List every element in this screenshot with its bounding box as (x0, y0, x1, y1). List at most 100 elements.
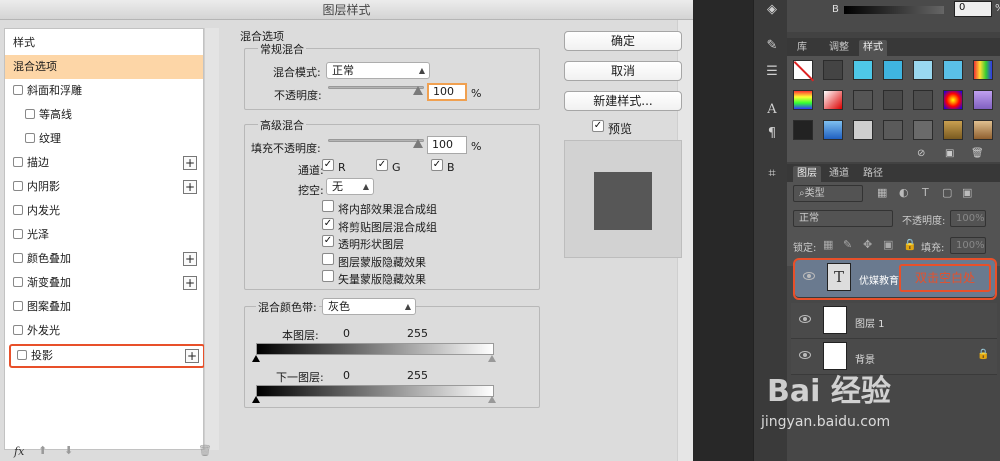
style-swatch[interactable] (913, 120, 933, 140)
texture-checkbox[interactable] (25, 133, 35, 143)
style-swatch[interactable] (913, 60, 933, 80)
ok-button[interactable]: 确定 (564, 31, 682, 51)
style-swatch[interactable] (823, 120, 843, 140)
style-swatch[interactable] (823, 60, 843, 80)
layer-opacity-input[interactable]: 100% (950, 210, 986, 227)
layer-name[interactable]: 优媒教育 (859, 272, 899, 287)
style-item-texture[interactable]: 纹理 (5, 127, 203, 151)
style-swatch[interactable] (883, 120, 903, 140)
tab-styles[interactable]: 样式 (859, 40, 887, 56)
style-swatch[interactable] (883, 90, 903, 110)
channel-b-checkbox[interactable]: ✓ (431, 159, 443, 171)
fx-icon[interactable]: fx (14, 445, 24, 458)
stroke-checkbox[interactable] (13, 157, 23, 167)
style-swatch[interactable] (943, 60, 963, 80)
satin-checkbox[interactable] (13, 229, 23, 239)
contour-checkbox[interactable] (25, 109, 35, 119)
filter-text-icon[interactable]: T (922, 186, 929, 199)
fill-opacity-slider-thumb[interactable] (413, 139, 423, 148)
vector-mask-hides-checkbox[interactable] (322, 270, 334, 282)
layer-name[interactable]: 背景 (855, 351, 875, 366)
style-item-gradient-overlay[interactable]: 渐变叠加 + (5, 271, 203, 295)
gradient-overlay-checkbox[interactable] (13, 277, 23, 287)
knockout-select[interactable]: 无 ▲ (326, 178, 374, 195)
preview-checkbox[interactable]: ✓ (592, 120, 604, 132)
add-inner-shadow-icon[interactable]: + (183, 180, 197, 194)
style-list-scrollbar[interactable] (204, 28, 219, 450)
add-stroke-icon[interactable]: + (183, 156, 197, 170)
b-value-input[interactable]: 0 (954, 1, 992, 17)
opacity-input[interactable]: 100 (427, 83, 467, 101)
lock-artboard-icon[interactable]: ▣ (883, 238, 893, 251)
sliders-icon[interactable]: ☰ (764, 64, 780, 80)
layer-mask-hides-checkbox[interactable] (322, 253, 334, 265)
layer-row-1[interactable]: 图层 1 (791, 303, 997, 339)
filter-smart-icon[interactable]: ▣ (962, 186, 972, 199)
underlying-layer-white-thumb[interactable] (488, 396, 496, 403)
blend-if-select[interactable]: 灰色 ▲ (322, 298, 416, 315)
lock-pixels-icon[interactable]: ▦ (823, 238, 833, 251)
layer-blend-mode-select[interactable]: 正常 (793, 210, 893, 227)
fill-opacity-slider-track[interactable] (328, 139, 424, 142)
style-swatch[interactable] (883, 60, 903, 80)
lock-move-icon[interactable]: ✥ (863, 238, 872, 251)
style-item-outer-glow[interactable]: 外发光 (5, 319, 203, 343)
delete-style-icon[interactable]: 🗑 (971, 148, 984, 159)
visibility-eye-icon[interactable] (803, 272, 815, 280)
inner-shadow-checkbox[interactable] (13, 181, 23, 191)
style-item-drop-shadow[interactable]: 投影 + (9, 344, 205, 368)
style-swatch[interactable] (973, 120, 993, 140)
style-swatch[interactable] (853, 120, 873, 140)
brush-icon[interactable]: ✎ (764, 38, 780, 54)
cancel-button[interactable]: 取消 (564, 61, 682, 81)
new-style-button[interactable]: 新建样式... (564, 91, 682, 111)
add-drop-shadow-icon[interactable]: + (185, 349, 199, 363)
style-item-inner-glow[interactable]: 内发光 (5, 199, 203, 223)
transparency-shapes-checkbox[interactable]: ✓ (322, 235, 334, 247)
style-swatch[interactable] (793, 120, 813, 140)
blend-clipped-checkbox[interactable]: ✓ (322, 218, 334, 230)
pattern-overlay-checkbox[interactable] (13, 301, 23, 311)
style-swatch[interactable] (973, 90, 993, 110)
add-color-overlay-icon[interactable]: + (183, 252, 197, 266)
style-swatch[interactable] (943, 90, 963, 110)
trash-icon[interactable]: 🗑 (198, 444, 212, 457)
opacity-slider-track[interactable] (328, 86, 424, 89)
style-swatch[interactable] (943, 120, 963, 140)
b-slider[interactable] (844, 6, 944, 14)
style-item-color-overlay[interactable]: 颜色叠加 + (5, 247, 203, 271)
inner-glow-checkbox[interactable] (13, 205, 23, 215)
channel-g-checkbox[interactable]: ✓ (376, 159, 388, 171)
style-item-contour[interactable]: 等高线 (5, 103, 203, 127)
underlying-layer-black-thumb[interactable] (252, 396, 260, 403)
style-swatch[interactable] (793, 90, 813, 110)
paragraph-icon[interactable]: ¶ (764, 126, 780, 142)
crop-icon[interactable]: ⌗ (764, 166, 780, 182)
move-down-icon[interactable]: ⬇ (64, 444, 73, 457)
style-item-satin[interactable]: 光泽 (5, 223, 203, 247)
channel-r-checkbox[interactable]: ✓ (322, 159, 334, 171)
color-overlay-checkbox[interactable] (13, 253, 23, 263)
style-swatch[interactable] (913, 90, 933, 110)
fill-opacity-input[interactable]: 100 (427, 136, 467, 154)
drop-shadow-checkbox[interactable] (17, 350, 27, 360)
move-up-icon[interactable]: ⬆ (38, 444, 47, 457)
tab-layers[interactable]: 图层 (793, 166, 821, 182)
style-list-header[interactable]: 样式 (5, 31, 203, 55)
this-layer-white-thumb[interactable] (488, 355, 496, 362)
layer-name[interactable]: 图层 1 (855, 315, 885, 330)
3d-cube-icon[interactable]: ◈ (764, 2, 780, 18)
add-gradient-overlay-icon[interactable]: + (183, 276, 197, 290)
filter-shape-icon[interactable]: ▢ (942, 186, 952, 199)
tab-libraries[interactable]: 库 (793, 40, 811, 56)
style-none-swatch[interactable] (793, 60, 815, 82)
fill-input[interactable]: 100% (950, 237, 986, 254)
character-icon[interactable]: A (764, 102, 780, 118)
style-item-blending-options[interactable]: 混合选项 (5, 55, 203, 79)
visibility-eye-icon[interactable] (799, 351, 811, 359)
lock-paint-icon[interactable]: ✎ (843, 238, 852, 251)
style-swatch[interactable] (973, 60, 993, 80)
no-style-icon[interactable]: ⊘ (917, 148, 925, 159)
lock-all-icon[interactable]: 🔒 (903, 238, 917, 251)
bevel-checkbox[interactable] (13, 85, 23, 95)
